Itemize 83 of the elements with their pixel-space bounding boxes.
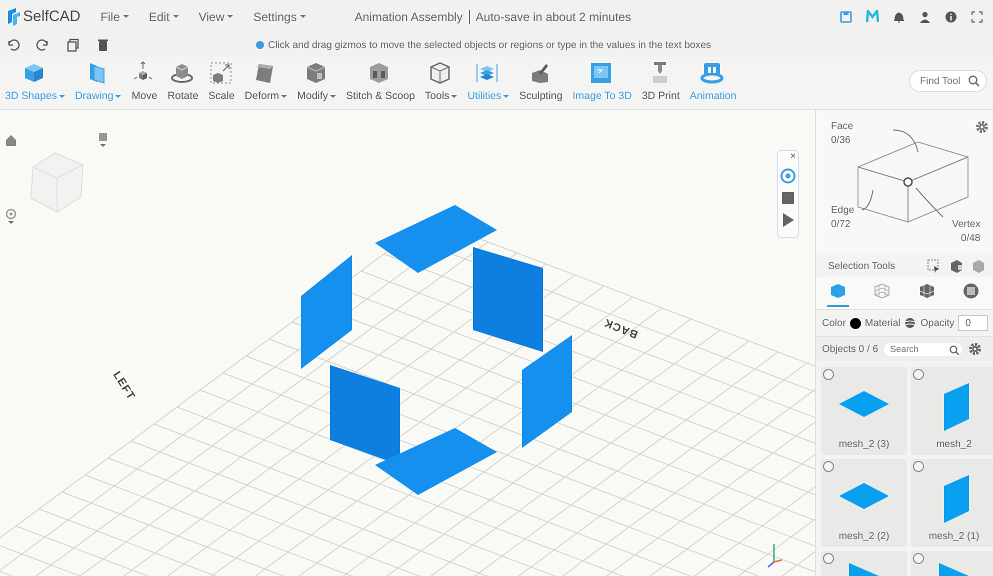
grid-cube-icon	[918, 282, 936, 300]
selection-label: Vertex	[952, 218, 980, 232]
object-name: mesh_2 (3)	[838, 439, 890, 450]
toolbar-button[interactable]: Move	[126, 61, 162, 102]
select-radio[interactable]	[823, 369, 834, 380]
save-icon[interactable]	[840, 10, 852, 22]
toolbar-button[interactable]: Rotate	[162, 61, 204, 102]
menu-item[interactable]: Edit	[148, 10, 179, 24]
mesh-cube-icon	[873, 282, 892, 300]
object-card[interactable]: mesh_2 (2)	[821, 459, 907, 547]
selection-count: 0/48	[960, 232, 980, 246]
selection-label: Edge	[831, 204, 854, 218]
color-swatch[interactable]	[850, 318, 861, 328]
record-icon	[780, 168, 796, 184]
opacity-field[interactable]: 0	[958, 315, 988, 331]
autosave-status: Auto-save in about 2 minutes	[476, 10, 632, 24]
redo-icon[interactable]	[36, 38, 50, 52]
toolbar-button[interactable]: Utilities	[462, 61, 514, 102]
info-icon[interactable]	[945, 10, 957, 22]
material-sphere-icon[interactable]	[904, 317, 916, 329]
stop-button[interactable]	[780, 190, 796, 206]
play-button[interactable]	[780, 212, 796, 228]
record-button[interactable]	[780, 168, 796, 184]
fullscreen-icon[interactable]	[971, 10, 983, 22]
section-label: Selection Tools	[828, 260, 896, 272]
object-card[interactable]: mesh_2 (3)	[821, 367, 907, 455]
selection-label: Face	[831, 120, 854, 134]
toolbar-button[interactable]: Stitch & Scoop	[341, 61, 420, 102]
user-icon[interactable]	[919, 10, 931, 22]
toolbar-button[interactable]: Drawing	[70, 61, 126, 102]
menu-item[interactable]: View	[198, 10, 234, 24]
menu-item[interactable]: Settings	[253, 10, 306, 24]
document-title: Animation Assembly	[354, 10, 463, 24]
cube-icon	[829, 282, 848, 300]
delete-icon[interactable]	[96, 38, 110, 52]
search-icon	[968, 75, 980, 87]
toolbar-button[interactable]: Sculpting	[514, 61, 568, 102]
settings-icon[interactable]	[968, 342, 982, 356]
select-radio[interactable]	[823, 553, 834, 564]
hint-text: Click and drag gizmos to move the selected objects or regions or type in the values in the text boxes	[268, 40, 712, 50]
field-label: Color	[822, 318, 846, 328]
toolbar-button[interactable]: Modify	[292, 61, 342, 102]
object-name: mesh_2 (1)	[928, 531, 980, 542]
menu-item[interactable]: File	[100, 10, 129, 24]
compass-icon[interactable]	[5, 208, 17, 224]
info-icon	[256, 41, 264, 49]
search-field[interactable]: Search	[884, 342, 962, 356]
object-card[interactable]: mesh_2	[911, 367, 993, 455]
objects-count: Objects 0 / 6	[822, 344, 878, 354]
select-radio[interactable]	[913, 461, 924, 472]
object-name: mesh_2	[936, 439, 972, 450]
select-radio[interactable]	[913, 553, 924, 564]
toolbar-button[interactable]: Tools	[420, 61, 462, 102]
copy-icon[interactable]	[66, 38, 80, 52]
toolbar-button[interactable]: Image To 3D	[567, 61, 637, 102]
search-icon	[949, 344, 960, 354]
select-radio[interactable]	[913, 369, 924, 380]
object-card[interactable]: mesh_2 (1)	[911, 459, 993, 547]
bell-icon[interactable]	[893, 10, 905, 22]
undo-icon[interactable]	[6, 38, 20, 52]
selection-count: 0/72	[831, 218, 852, 232]
toolbar-button[interactable]: Animation	[684, 61, 742, 102]
home-icon[interactable]	[5, 134, 17, 146]
grid-toggle-icon[interactable]	[97, 132, 109, 148]
object-name: mesh_2 (2)	[838, 531, 890, 542]
selection-count: 0/36	[831, 134, 852, 148]
settings-icon[interactable]	[975, 120, 989, 134]
field-label: Opacity	[920, 318, 954, 328]
face-cube-icon	[962, 282, 980, 300]
play-icon	[780, 212, 796, 228]
box-select-icon[interactable]	[927, 259, 941, 273]
select-radio[interactable]	[823, 461, 834, 472]
field-label: Material	[864, 318, 900, 328]
toolbar-button[interactable]: 3D Print	[636, 61, 685, 102]
stop-icon	[780, 190, 796, 206]
close-button[interactable]: ×	[790, 152, 796, 162]
cube-select-icon[interactable]	[949, 259, 963, 273]
app-name: SelfCAD	[23, 8, 81, 25]
toolbar-button[interactable]: Deform	[240, 61, 292, 102]
logo-icon	[6, 6, 21, 26]
find-tool-field[interactable]: Find Tool	[909, 70, 987, 92]
toolbar-button[interactable]: Scale	[203, 61, 240, 102]
toolbar-button[interactable]: 3D Shapes	[0, 61, 70, 102]
